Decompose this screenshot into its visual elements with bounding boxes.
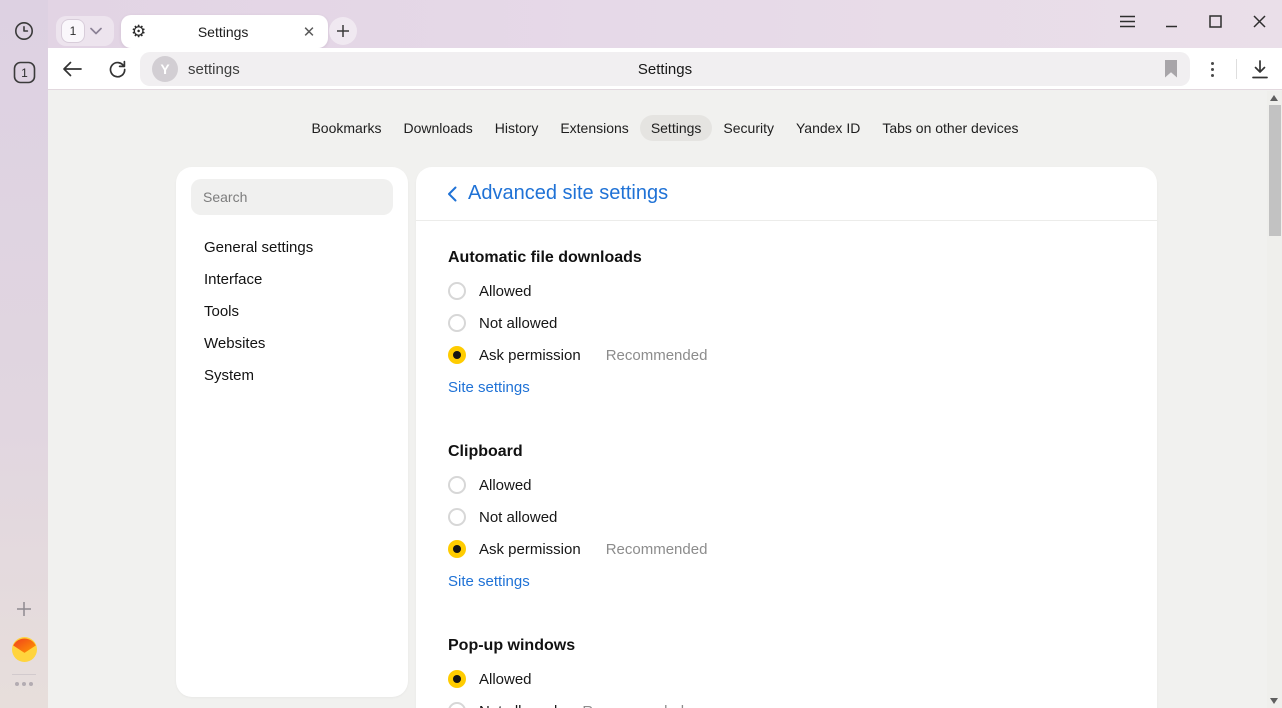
radio-button-selected[interactable] [448, 540, 466, 558]
site-settings-panel: Advanced site settings Automatic file do… [416, 167, 1157, 708]
kebab-menu-icon[interactable] [1200, 48, 1224, 90]
sidebar-item-system[interactable]: System [176, 359, 408, 391]
close-window-button[interactable] [1244, 6, 1274, 36]
radio-button[interactable] [448, 508, 466, 526]
tab-close-icon[interactable]: ✕ [300, 23, 318, 41]
reload-icon[interactable] [103, 48, 131, 90]
radio-option-not-allowed[interactable]: Not allowed [448, 501, 1125, 533]
site-settings-link[interactable]: Site settings [448, 569, 530, 593]
section-clipboard: Clipboard Allowed Not allowed Ask permis… [448, 441, 1125, 593]
download-icon[interactable] [1246, 48, 1274, 90]
search-input[interactable] [191, 179, 393, 215]
history-clock-icon[interactable] [0, 20, 48, 42]
maximize-button[interactable] [1200, 6, 1230, 36]
radio-button[interactable] [448, 702, 466, 708]
radio-option-allowed[interactable]: Allowed [448, 663, 1125, 695]
scroll-down-arrow-icon[interactable] [1270, 698, 1278, 704]
radio-button[interactable] [448, 314, 466, 332]
browser-side-strip: 1 [0, 0, 48, 708]
radio-option-not-allowed[interactable]: Not allowed [448, 307, 1125, 339]
sidebar-item-tools[interactable]: Tools [176, 295, 408, 327]
radio-option-ask-permission[interactable]: Ask permission Recommended [448, 339, 1125, 371]
browser-toolbar: Y settings Settings [48, 48, 1282, 90]
settings-nav-tabs: Bookmarks Downloads History Extensions S… [48, 114, 1282, 142]
scrollbar-thumb[interactable] [1269, 105, 1281, 236]
tab-bar: 1 ⚙ Settings ✕ [48, 0, 1282, 48]
nav-tab-other-devices[interactable]: Tabs on other devices [871, 115, 1029, 141]
url-text[interactable]: settings [188, 61, 240, 78]
back-header[interactable]: Advanced site settings [416, 167, 1157, 221]
radio-option-not-allowed[interactable]: Not allowed Recommended [448, 695, 1125, 708]
settings-menu: General settings Interface Tools Website… [176, 231, 408, 391]
nav-tab-downloads[interactable]: Downloads [393, 115, 484, 141]
radio-button-selected[interactable] [448, 670, 466, 688]
nav-tab-bookmarks[interactable]: Bookmarks [300, 115, 392, 141]
back-icon[interactable] [58, 48, 86, 90]
sidebar-add-icon[interactable] [0, 600, 48, 618]
chevron-left-icon [447, 186, 457, 202]
tab-group-pill[interactable]: 1 [56, 16, 114, 46]
radio-button[interactable] [448, 282, 466, 300]
nav-tab-settings[interactable]: Settings [640, 115, 713, 141]
site-settings-link[interactable]: Site settings [448, 375, 530, 399]
omnibox-page-title: Settings [140, 61, 1190, 78]
radio-button[interactable] [448, 476, 466, 494]
scroll-up-arrow-icon[interactable] [1270, 95, 1278, 101]
section-title: Pop-up windows [448, 635, 1125, 657]
active-tab-settings[interactable]: ⚙ Settings ✕ [121, 15, 328, 48]
vertical-scrollbar[interactable] [1267, 91, 1282, 708]
strip-divider [12, 674, 36, 675]
settings-sidebar-card: General settings Interface Tools Website… [176, 167, 408, 697]
sidebar-item-general-settings[interactable]: General settings [176, 231, 408, 263]
site-icon: Y [152, 56, 178, 82]
settings-page: Bookmarks Downloads History Extensions S… [48, 91, 1282, 708]
menu-hamburger-icon[interactable] [1112, 6, 1142, 36]
nav-tab-security[interactable]: Security [712, 115, 785, 141]
minimize-button[interactable] [1156, 6, 1186, 36]
tab-panel-badge[interactable]: 1 [0, 61, 48, 84]
recommended-note: Recommended [606, 541, 708, 558]
sidebar-item-websites[interactable]: Websites [176, 327, 408, 359]
more-options-dots-icon[interactable] [0, 682, 48, 686]
section-title: Automatic file downloads [448, 247, 1125, 269]
nav-tab-history[interactable]: History [484, 115, 550, 141]
nav-tab-extensions[interactable]: Extensions [549, 115, 639, 141]
section-title: Clipboard [448, 441, 1125, 463]
radio-option-allowed[interactable]: Allowed [448, 275, 1125, 307]
radio-option-allowed[interactable]: Allowed [448, 469, 1125, 501]
tab-title: Settings [146, 24, 300, 40]
chevron-down-icon[interactable] [90, 27, 102, 35]
section-automatic-file-downloads: Automatic file downloads Allowed Not all… [448, 247, 1125, 399]
section-popup-windows: Pop-up windows Allowed Not allowed Recom… [448, 635, 1125, 708]
toolbar-divider [1236, 59, 1237, 79]
gear-icon: ⚙ [131, 23, 146, 40]
new-tab-button[interactable] [329, 17, 357, 45]
bookmark-icon[interactable] [1164, 60, 1178, 83]
yandex-mail-icon[interactable] [0, 637, 48, 662]
recommended-note: Recommended [606, 347, 708, 364]
radio-button-selected[interactable] [448, 346, 466, 364]
nav-tab-yandex-id[interactable]: Yandex ID [785, 115, 871, 141]
page-title: Advanced site settings [468, 182, 668, 205]
recommended-note: Recommended [582, 703, 684, 708]
radio-option-ask-permission[interactable]: Ask permission Recommended [448, 533, 1125, 565]
tab-count-badge[interactable]: 1 [62, 20, 84, 42]
sidebar-item-interface[interactable]: Interface [176, 263, 408, 295]
address-bar[interactable]: Y settings Settings [140, 52, 1190, 86]
svg-text:1: 1 [21, 66, 28, 80]
